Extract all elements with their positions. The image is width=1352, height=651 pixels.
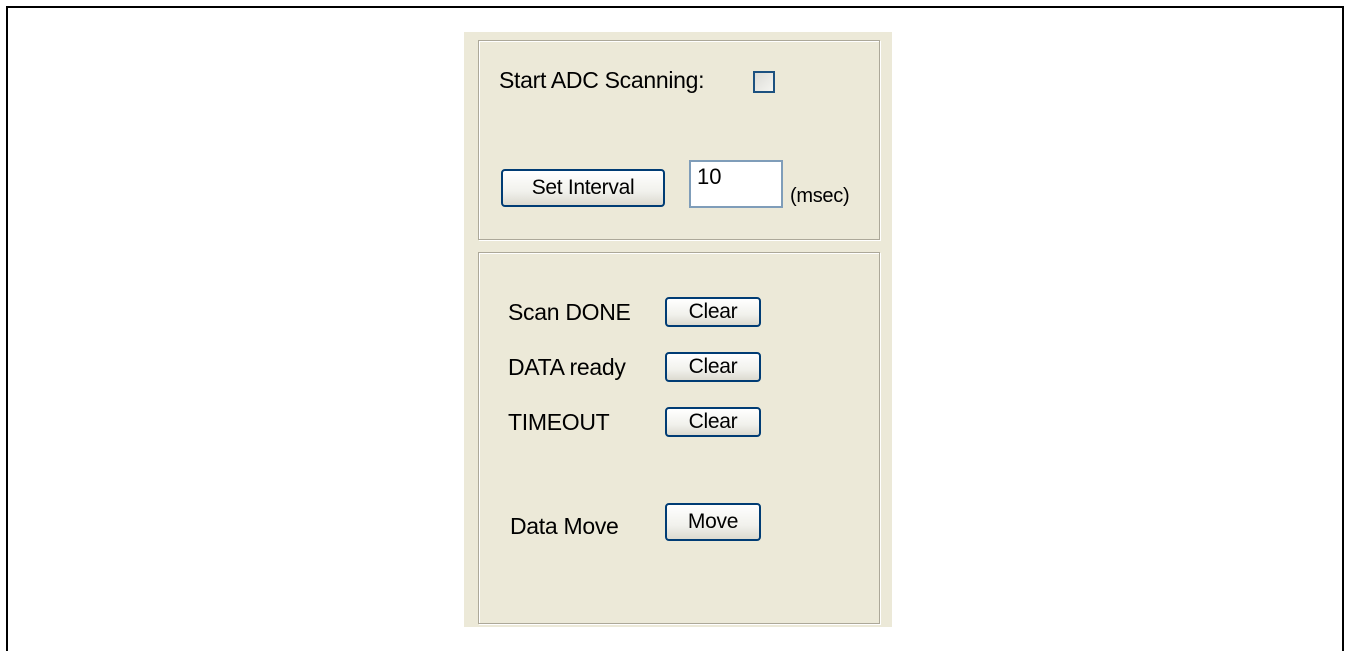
status-group: Scan DONE Clear DATA ready Clear TIMEOUT… (478, 252, 880, 624)
scan-done-label: Scan DONE (508, 299, 631, 325)
clear-data-ready-button[interactable]: Clear (665, 352, 761, 382)
set-interval-button[interactable]: Set Interval (501, 169, 665, 207)
clear-scan-done-button[interactable]: Clear (665, 297, 761, 327)
clear-timeout-button[interactable]: Clear (665, 407, 761, 437)
data-ready-label: DATA ready (508, 354, 626, 380)
move-button[interactable]: Move (665, 503, 761, 541)
start-adc-scanning-checkbox[interactable] (753, 71, 775, 93)
adc-control-panel: Start ADC Scanning: Set Interval 10 (mse… (464, 32, 892, 627)
start-adc-scanning-label: Start ADC Scanning: (499, 67, 705, 93)
interval-unit-label: (msec) (790, 185, 850, 207)
interval-input[interactable]: 10 (689, 160, 783, 208)
data-move-label: Data Move (510, 513, 619, 539)
timeout-label: TIMEOUT (508, 409, 610, 435)
scan-settings-group: Start ADC Scanning: Set Interval 10 (mse… (478, 40, 880, 240)
